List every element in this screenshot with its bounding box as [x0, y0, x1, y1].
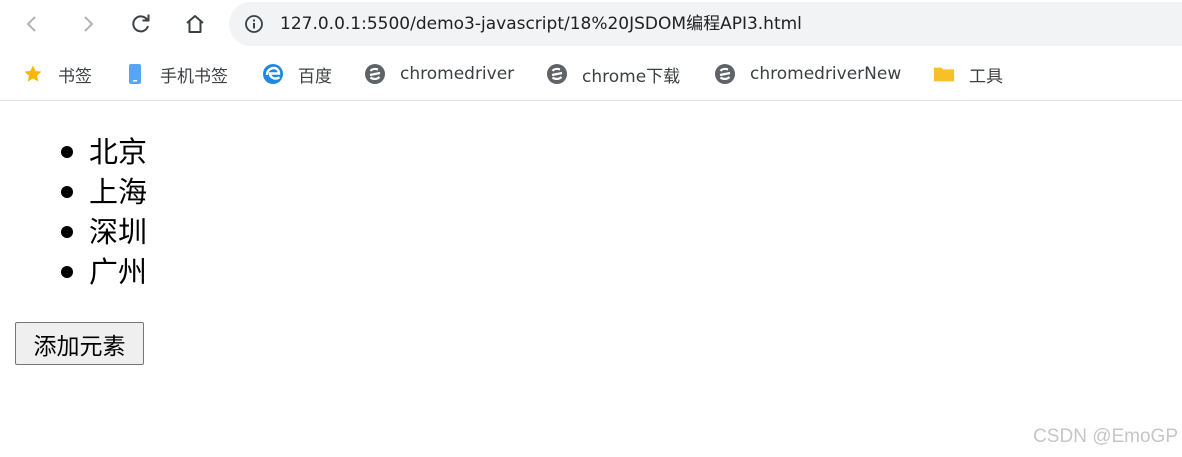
- bookmark-label: chromedriver: [400, 64, 515, 84]
- bookmark-label: 百度: [298, 66, 332, 87]
- city-list: 北京 上海 深圳 广州: [0, 132, 147, 292]
- star-icon: [22, 63, 44, 85]
- list-item-label: 深圳: [89, 215, 148, 249]
- watermark: CSDN @EmoGP: [1033, 426, 1178, 447]
- bookmark-item[interactable]: 工具: [933, 62, 1003, 87]
- list-item: 深圳: [0, 212, 147, 252]
- address-bar[interactable]: 127.0.0.1:5500/demo3-javascript/18%20JSD…: [229, 2, 1182, 46]
- reload-button[interactable]: [125, 8, 157, 40]
- site-icon: [364, 63, 386, 85]
- url-text[interactable]: 127.0.0.1:5500/demo3-javascript/18%20JSD…: [280, 14, 802, 34]
- page-content: 北京 上海 深圳 广州 添加元素: [0, 101, 1182, 457]
- list-item: 广州: [0, 252, 147, 292]
- info-icon[interactable]: [244, 14, 264, 34]
- bullet-icon: [61, 266, 73, 278]
- edge-icon: [262, 63, 284, 85]
- bookmark-item[interactable]: 书签: [22, 62, 92, 87]
- bookmark-label: 书签: [58, 66, 92, 87]
- bookmark-item[interactable]: chrome下载: [546, 62, 681, 87]
- bookmarks-bar: 书签 手机书签 百度 chromedriver chrome下载 chromed…: [0, 48, 1182, 101]
- home-button[interactable]: [179, 8, 211, 40]
- site-icon: [714, 63, 736, 85]
- forward-button[interactable]: [72, 8, 104, 40]
- list-item: 上海: [0, 172, 147, 212]
- bookmark-item[interactable]: chromedriver: [364, 62, 514, 86]
- forward-icon: [84, 16, 94, 32]
- bookmark-label: chrome下载: [582, 66, 681, 87]
- reload-icon: [132, 14, 150, 33]
- bookmark-item[interactable]: 手机书签: [124, 62, 228, 87]
- bookmark-label: chromedriverNew: [750, 64, 902, 84]
- bookmark-label: 工具: [969, 66, 1003, 87]
- bookmark-item[interactable]: chromedriverNew: [714, 62, 901, 86]
- back-button[interactable]: [16, 8, 48, 40]
- browser-toolbar: 127.0.0.1:5500/demo3-javascript/18%20JSD…: [0, 0, 1182, 48]
- bookmark-item[interactable]: 百度: [262, 62, 332, 87]
- bullet-icon: [61, 146, 73, 158]
- list-item-label: 上海: [89, 175, 148, 209]
- list-item-label: 广州: [89, 255, 148, 289]
- back-icon: [26, 16, 36, 32]
- bookmark-label: 手机书签: [160, 66, 228, 87]
- list-item: 北京: [0, 132, 147, 172]
- add-element-button[interactable]: 添加元素: [15, 322, 144, 365]
- phone-icon: [124, 63, 146, 85]
- list-item-label: 北京: [89, 135, 148, 169]
- site-icon: [546, 63, 568, 85]
- bullet-icon: [61, 226, 73, 238]
- folder-icon: [933, 63, 955, 85]
- bullet-icon: [61, 186, 73, 198]
- home-icon: [186, 15, 204, 33]
